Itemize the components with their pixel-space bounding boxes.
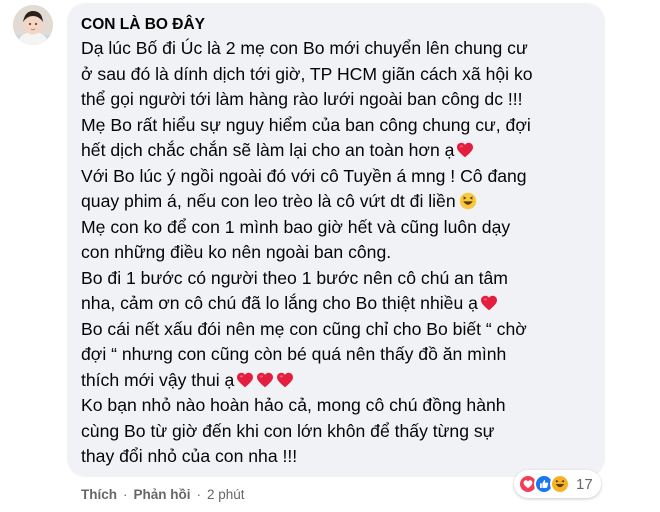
red-heart-icon — [237, 372, 254, 387]
comment-line: Ko bạn nhỏ nào hoàn hảo cả, mong cô chú … — [81, 395, 506, 415]
comment-line: cùng Bo từ giờ đến khi con lớn khôn để t… — [81, 420, 495, 441]
comment-line: ở sau đó là dính dịch tới giờ, TP HCM gi… — [81, 63, 533, 84]
comment-line: con những điều ko nên ngoài ban công. — [81, 242, 392, 262]
reaction-summary[interactable]: 17 — [514, 470, 601, 498]
comment-line: thể gọi người tới làm hàng rào lưới ngoà… — [81, 89, 523, 109]
comment-body: Dạ lúc Bố đi Úc là 2 mẹ con Bo mới chuyể… — [81, 36, 591, 470]
comment-line: Bo cái nết xấu đói nên mẹ con cũng chỉ c… — [81, 318, 527, 339]
red-heart-icon — [257, 372, 274, 387]
comment-line: Mẹ con ko để con 1 mình bao giờ hết và c… — [81, 216, 511, 237]
comment-line: Bo đi 1 bước có người theo 1 bước nên cô… — [81, 267, 508, 288]
commenter-avatar[interactable] — [13, 5, 53, 45]
comment-author-name[interactable]: CON LÀ BO ĐÂY — [81, 15, 591, 35]
comment-line: đợi “ nhưng con cũng còn bé quá nên thấy… — [81, 344, 507, 364]
comment-line: Mẹ Bo rất hiểu sự nguy hiểm của ban công… — [81, 114, 531, 135]
comment-line: nha, cảm ơn cô chú đã lo lắng cho Bo thi… — [81, 291, 591, 317]
red-heart-icon — [277, 372, 294, 387]
red-heart-icon — [457, 142, 474, 158]
comment-bubble: CON LÀ BO ĐÂY Dạ lúc Bố đi Úc là 2 mẹ co… — [67, 3, 605, 477]
comment-actions: Thích · Phản hồi · 2 phút — [81, 487, 245, 502]
comment-line: thích mới vậy thui ạ — [81, 368, 591, 394]
reaction-count: 17 — [576, 475, 593, 493]
haha-reaction-icon — [550, 474, 570, 494]
comment-line: quay phim á, nếu con leo trèo là cô vứt … — [81, 189, 591, 215]
comment-line: Với Bo lúc ý ngồi ngoài đó với cô Tuyền … — [81, 165, 527, 186]
comment-line: thay đổi nhỏ của con nha !!! — [81, 446, 298, 466]
laughing-face-icon — [459, 192, 476, 210]
comment-line: Dạ lúc Bố đi Úc là 2 mẹ con Bo mới chuyể… — [81, 38, 528, 58]
separator-dot: · — [196, 487, 202, 502]
comment-line: hết dịch chắc chắn sẽ làm lại cho an toà… — [81, 138, 591, 164]
comment-timestamp[interactable]: 2 phút — [207, 487, 245, 502]
reply-button[interactable]: Phản hồi — [134, 487, 191, 502]
separator-dot: · — [123, 487, 128, 502]
red-heart-icon — [480, 295, 497, 311]
like-button[interactable]: Thích — [81, 487, 117, 502]
